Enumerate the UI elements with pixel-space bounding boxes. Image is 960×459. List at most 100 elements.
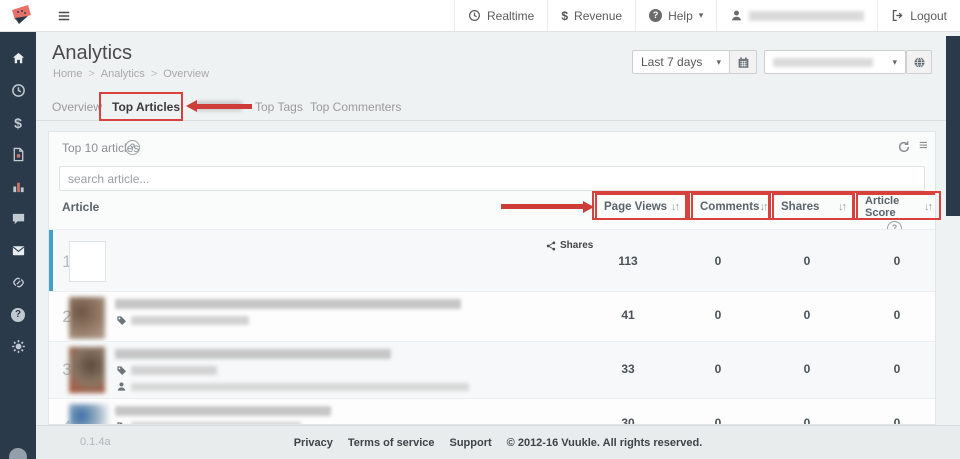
article-score-label: Article Score [865, 195, 924, 219]
article-score-value: 0 [867, 416, 927, 425]
article-score-value: 0 [867, 362, 927, 376]
sidebar-item-analytics[interactable] [0, 178, 36, 195]
clock-icon [11, 83, 26, 98]
sidebar-item-integrations[interactable] [0, 274, 36, 291]
redacted-article-author [131, 383, 469, 391]
redacted-user-email [749, 11, 864, 21]
redacted-site-name [773, 58, 873, 67]
article-score-value: 0 [867, 254, 927, 268]
chat-bubble-partial[interactable] [9, 448, 27, 459]
tab-overview[interactable]: Overview [52, 100, 102, 114]
sidebar-item-help[interactable]: ? [0, 306, 36, 323]
shares-value: 0 [777, 416, 837, 425]
sidebar-item-reports[interactable] [0, 146, 36, 163]
sidebar-item-revenue[interactable]: $ [0, 114, 36, 131]
sort-icon: ↓↑ [759, 201, 766, 213]
article-thumbnail [69, 347, 105, 393]
sidebar-item-realtime[interactable] [0, 82, 36, 99]
column-header-shares[interactable]: Shares ↓↑ [772, 193, 854, 220]
panel-menu-icon[interactable]: ≡ [919, 139, 928, 153]
logout-button[interactable]: Logout [877, 0, 960, 31]
calendar-button[interactable] [729, 50, 757, 74]
help-icon: ? [649, 9, 662, 22]
page-title: Analytics [52, 42, 132, 65]
sidebar-item-comments[interactable] [0, 210, 36, 227]
footer-link-terms[interactable]: Terms of service [348, 437, 435, 449]
revenue-label: Revenue [574, 9, 622, 23]
redacted-article-tag [131, 316, 249, 325]
realtime-button[interactable]: Realtime [454, 0, 547, 31]
vuukle-logo-icon[interactable] [8, 3, 34, 29]
calendar-icon [737, 56, 750, 69]
analytics-dashboard: Realtime $ Revenue ? Help ▾ [0, 0, 960, 459]
table-row[interactable]: 2 41 0 0 0 [49, 291, 935, 342]
table-row[interactable]: 4 30 0 0 0 [49, 398, 935, 425]
topbar-menu: Realtime $ Revenue ? Help ▾ [454, 0, 960, 31]
tab-top-tags[interactable]: Top Tags [255, 100, 303, 114]
scrollbar-thumb[interactable] [946, 36, 960, 216]
revenue-button[interactable]: $ Revenue [547, 0, 635, 31]
panel-help-icon[interactable]: ? [125, 140, 140, 155]
help-dropdown[interactable]: ? Help ▾ [635, 0, 716, 31]
date-range-select[interactable]: Last 7 days ▾ [632, 50, 730, 74]
sort-icon: ↓↑ [924, 201, 931, 213]
date-range-value: Last 7 days [641, 55, 702, 69]
annotation-arrow-columns-head [583, 201, 594, 213]
shares-value: 0 [777, 362, 837, 376]
column-header-page-views[interactable]: Page Views ↓↑ [595, 193, 687, 220]
row-accent-stripe [49, 230, 53, 292]
page-views-value: 113 [598, 254, 658, 268]
help-label: Help [668, 9, 693, 23]
shares-label: Shares [781, 201, 819, 213]
sidebar-item-home[interactable] [0, 50, 36, 67]
tab-top-articles[interactable]: Top Articles [112, 100, 180, 114]
user-icon [730, 9, 743, 22]
gear-icon [11, 339, 26, 354]
refresh-icon[interactable] [897, 140, 911, 154]
dollar-icon: $ [561, 9, 568, 23]
tabs-divider [36, 120, 946, 121]
sidebar-item-messages[interactable] [0, 242, 36, 259]
sidebar-nav: $ [0, 32, 36, 459]
breadcrumb-home[interactable]: Home [53, 68, 82, 80]
tag-icon [116, 315, 127, 326]
redacted-article-title[interactable] [115, 349, 391, 359]
shares-tooltip: Shares [546, 240, 593, 251]
report-file-icon [11, 147, 26, 162]
globe-button[interactable] [906, 50, 932, 74]
clock-icon [468, 9, 481, 22]
question-icon: ? [11, 308, 25, 322]
site-selector[interactable]: ▾ [764, 50, 906, 74]
footer-link-support[interactable]: Support [450, 437, 492, 449]
top-articles-panel: Top 10 articles ? ≡ Article Page Views ↓… [48, 131, 936, 425]
chevron-down-icon: ▾ [892, 57, 897, 68]
sort-icon: ↓↑ [838, 201, 845, 213]
shares-tooltip-label: Shares [560, 240, 593, 251]
column-header-article: Article [62, 200, 99, 214]
tag-icon [116, 365, 127, 376]
column-header-comments[interactable]: Comments ↓↑ [691, 193, 770, 220]
article-thumbnail [69, 241, 106, 282]
column-header-article-score[interactable]: Article Score ↓↑ [856, 193, 936, 220]
footer-copyright: © 2012-16 Vuukle. All rights reserved. [507, 437, 703, 449]
hamburger-menu-icon[interactable] [57, 9, 71, 23]
tab-top-commenters[interactable]: Top Commenters [310, 100, 401, 114]
sidebar-item-settings[interactable] [0, 338, 36, 355]
table-row[interactable]: 1 Shares 113 0 0 0 [49, 229, 935, 292]
table-row[interactable]: 3 33 0 0 0 [49, 341, 935, 399]
chevron-down-icon: ▾ [699, 10, 704, 21]
mail-icon [11, 243, 26, 258]
globe-icon [913, 56, 926, 69]
redacted-article-title[interactable] [115, 406, 331, 416]
logout-label: Logout [910, 9, 947, 23]
page-views-label: Page Views [604, 201, 667, 213]
redacted-article-title[interactable] [115, 299, 461, 309]
breadcrumb: Home > Analytics > Overview [53, 68, 209, 80]
search-input[interactable] [59, 166, 925, 191]
logout-icon [891, 9, 904, 22]
article-thumbnail [69, 297, 105, 339]
breadcrumb-separator: > [88, 68, 94, 80]
user-account-menu[interactable] [716, 0, 877, 31]
breadcrumb-analytics[interactable]: Analytics [101, 68, 145, 80]
footer-link-privacy[interactable]: Privacy [294, 437, 333, 449]
